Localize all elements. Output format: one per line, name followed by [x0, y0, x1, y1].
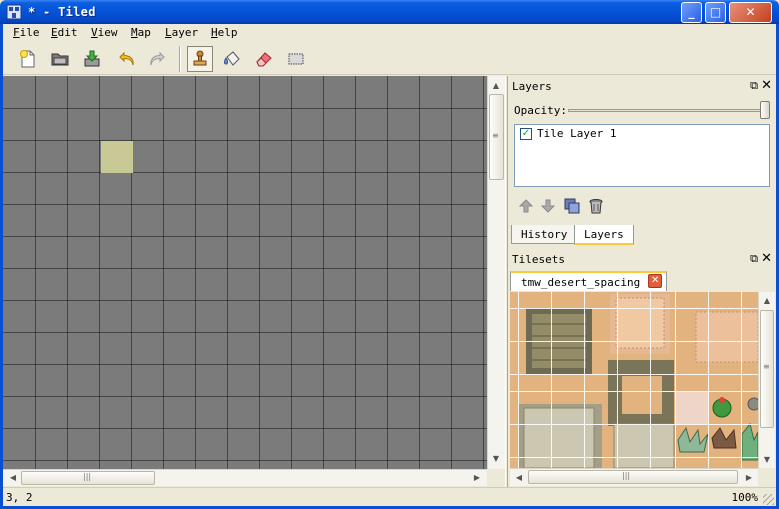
zoom-level: 100% — [731, 491, 759, 504]
undo-icon — [119, 51, 134, 66]
tab-layers[interactable]: Layers — [574, 225, 634, 245]
dock-tab-bar: History Layers — [508, 225, 776, 245]
scroll-up-arrow-icon[interactable]: ▲ — [488, 78, 504, 94]
scroll-left-arrow-icon[interactable]: ◀ — [511, 470, 527, 486]
menu-map[interactable]: Map — [131, 26, 151, 39]
toolbar — [3, 42, 776, 75]
move-layer-up-button[interactable] — [516, 196, 536, 216]
map-view[interactable] — [3, 76, 487, 469]
map-vertical-scrollbar[interactable]: ▲ ≡ ▼ — [487, 76, 505, 469]
delete-layer-button[interactable] — [586, 196, 606, 216]
float-dock-icon[interactable]: ⧉ — [750, 79, 758, 93]
tiled-app-icon — [6, 4, 22, 20]
menu-edit[interactable]: Edit — [51, 26, 78, 39]
grip-icon: ||| — [622, 471, 631, 480]
title-bar: * - Tiled _ □ ✕ — [0, 0, 779, 24]
layer-list: ✓ Tile Layer 1 — [514, 124, 770, 187]
tileset-vertical-scrollbar[interactable]: ▲ ≡ ▼ — [758, 292, 775, 468]
undo-button[interactable] — [115, 46, 141, 72]
scroll-right-arrow-icon[interactable]: ▶ — [469, 470, 485, 486]
close-tileset-icon[interactable]: ✕ — [648, 274, 663, 288]
move-layer-down-icon — [540, 199, 556, 213]
opacity-slider-handle[interactable] — [760, 101, 770, 119]
grip-icon: ≡ — [492, 131, 499, 140]
grip-icon: ||| — [83, 472, 92, 481]
layers-dock-label: Layers — [512, 80, 552, 93]
tile-cursor-highlight — [101, 141, 133, 173]
scroll-up-arrow-icon[interactable]: ▲ — [759, 293, 775, 309]
scroll-down-arrow-icon[interactable]: ▼ — [488, 451, 504, 467]
close-window-button[interactable]: ✕ — [729, 2, 772, 23]
tileset-hscroll-thumb[interactable] — [528, 470, 738, 484]
new-file-icon — [20, 50, 35, 68]
menu-help[interactable]: Help — [211, 26, 238, 39]
cursor-coordinates: 3, 2 — [6, 491, 33, 504]
tileset-horizontal-scrollbar[interactable]: ◀ ||| ▶ — [510, 468, 758, 486]
menu-file[interactable]: File — [13, 26, 40, 39]
close-dock-icon[interactable]: ✕ — [761, 251, 772, 266]
stamp-brush-button[interactable] — [187, 46, 213, 72]
map-horizontal-scrollbar[interactable]: ◀ ||| ▶ — [3, 469, 487, 486]
status-bar: 3, 2 100% — [3, 487, 776, 506]
save-button[interactable] — [79, 46, 105, 72]
bucket-fill-icon — [224, 51, 240, 66]
bucket-fill-button[interactable] — [219, 46, 245, 72]
tab-tileset[interactable]: tmw_desert_spacing ✕ — [510, 271, 668, 291]
rectangle-select-icon — [288, 53, 304, 65]
menu-layer[interactable]: Layer — [165, 26, 198, 39]
move-layer-down-button[interactable] — [538, 196, 558, 216]
grip-icon: ≡ — [763, 362, 770, 371]
tilesets-dock-title: Tilesets ⧉ ✕ — [508, 251, 776, 269]
eraser-button[interactable] — [251, 46, 277, 72]
save-icon — [84, 50, 100, 67]
scroll-left-arrow-icon[interactable]: ◀ — [5, 470, 21, 486]
tilesets-dock-label: Tilesets — [512, 253, 565, 266]
new-file-button[interactable] — [15, 46, 41, 72]
tileset-image — [510, 292, 758, 468]
eraser-icon — [256, 52, 272, 67]
open-folder-icon — [51, 53, 69, 66]
stamp-brush-icon — [193, 50, 207, 66]
open-button[interactable] — [47, 46, 73, 72]
layer-row[interactable]: ✓ Tile Layer 1 — [516, 126, 768, 142]
window-title: * - Tiled — [28, 5, 96, 19]
redo-button[interactable] — [143, 46, 169, 72]
duplicate-layer-button[interactable] — [562, 196, 582, 216]
menu-bar: File Edit View Map Layer Help — [3, 24, 776, 42]
opacity-label: Opacity: — [514, 104, 567, 117]
layers-dock-title: Layers ⧉ ✕ — [508, 78, 776, 96]
maximize-button[interactable]: □ — [705, 2, 726, 23]
move-layer-up-icon — [518, 199, 534, 213]
tileset-view[interactable] — [510, 292, 758, 468]
menu-view[interactable]: View — [91, 26, 118, 39]
duplicate-layer-icon — [564, 198, 580, 214]
close-dock-icon[interactable]: ✕ — [761, 78, 772, 93]
toolbar-separator — [179, 46, 181, 72]
tileset-tab-label: tmw_desert_spacing — [521, 276, 641, 289]
scroll-right-arrow-icon[interactable]: ▶ — [741, 470, 757, 486]
layer-visibility-checkbox[interactable]: ✓ — [520, 128, 532, 140]
scroll-down-arrow-icon[interactable]: ▼ — [759, 452, 775, 468]
rectangle-select-button[interactable] — [283, 46, 309, 72]
minimize-button[interactable]: _ — [681, 2, 702, 23]
opacity-slider-track[interactable] — [568, 109, 768, 112]
scroll-corner — [487, 469, 505, 486]
redo-icon — [150, 51, 165, 66]
tab-history[interactable]: History — [511, 225, 578, 244]
layer-name: Tile Layer 1 — [537, 127, 617, 140]
dock-splitter[interactable] — [505, 76, 508, 487]
delete-layer-icon — [589, 199, 603, 214]
float-dock-icon[interactable]: ⧉ — [750, 252, 758, 266]
size-grip-icon[interactable] — [763, 494, 774, 505]
